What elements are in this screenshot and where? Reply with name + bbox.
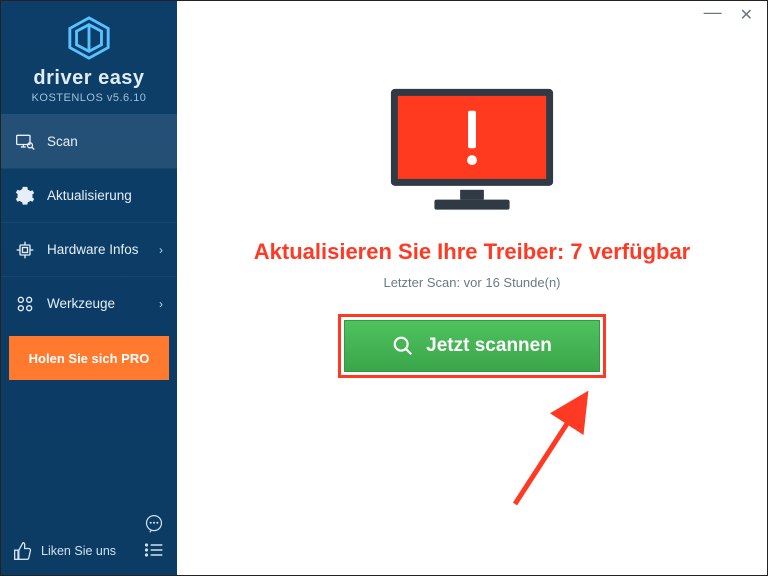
app-window: — ✕ driver easy KOSTENLOS v5.6.10 Sc [0,0,768,576]
gear-icon [15,186,35,206]
scan-now-label: Jetzt scannen [426,335,552,357]
main-content: Aktualisieren Sie Ihre Treiber: 7 verfüg… [177,1,767,575]
get-pro-label: Holen Sie sich PRO [29,351,150,366]
like-us-label: Liken Sie uns [41,544,116,558]
sidebar-item-label: Aktualisierung [47,188,132,203]
app-logo-icon [66,15,112,61]
tools-icon [15,294,35,314]
brand: driver easy KOSTENLOS v5.6.10 [1,1,177,114]
sidebar-item-update[interactable]: Aktualisierung [1,168,177,222]
sidebar-item-label: Werkzeuge [47,296,115,311]
sidebar-item-label: Scan [47,134,78,149]
sidebar-item-hardware[interactable]: Hardware Infos › [1,222,177,276]
brand-version: KOSTENLOS v5.6.10 [32,92,147,104]
monitor-search-icon [15,132,35,152]
sidebar-footer: Liken Sie uns [1,503,177,575]
annotation-arrow-icon [505,389,615,509]
chevron-right-icon: › [159,297,163,311]
sidebar: driver easy KOSTENLOS v5.6.10 Scan Aktua… [1,1,177,575]
like-us-button[interactable]: Liken Sie uns [13,541,116,561]
scan-button-wrap: Jetzt scannen [344,320,600,372]
chevron-right-icon: › [159,243,163,257]
scan-now-button[interactable]: Jetzt scannen [344,320,600,372]
sidebar-item-label: Hardware Infos [47,242,139,257]
thumbs-up-icon [13,541,33,561]
feedback-icon[interactable] [143,513,165,535]
alert-monitor-icon [383,83,561,221]
list-icon[interactable] [143,539,165,561]
sidebar-item-scan[interactable]: Scan [1,114,177,168]
last-scan-text: Letzter Scan: vor 16 Stunde(n) [383,275,560,290]
brand-name: driver easy [33,67,144,90]
get-pro-button[interactable]: Holen Sie sich PRO [9,336,169,380]
headline: Aktualisieren Sie Ihre Treiber: 7 verfüg… [254,239,691,265]
chip-icon [15,240,35,260]
sidebar-item-tools[interactable]: Werkzeuge › [1,276,177,330]
search-icon [392,335,414,357]
sidebar-nav: Scan Aktualisierung Hardware Infos › [1,114,177,330]
